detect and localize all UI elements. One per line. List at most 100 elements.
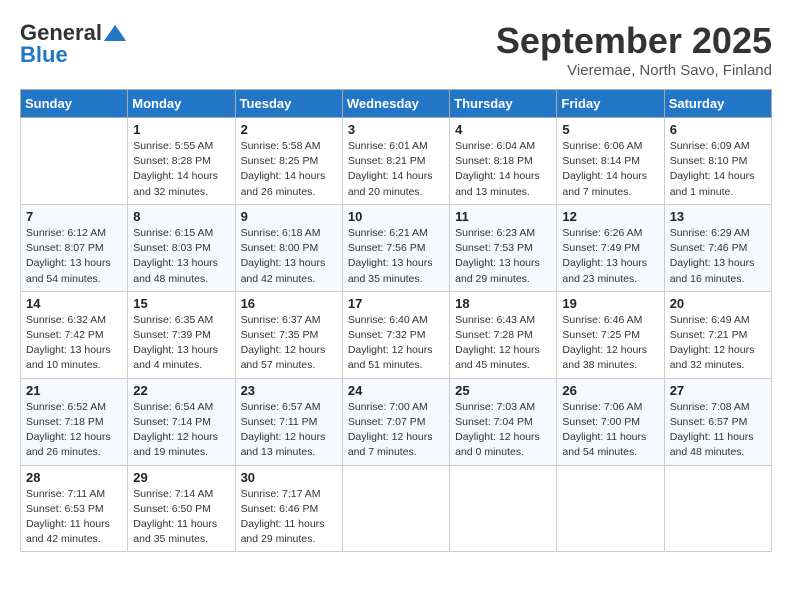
day-info: Sunrise: 7:11 AM Sunset: 6:53 PM Dayligh…: [26, 487, 122, 548]
calendar-cell: 5 Sunrise: 6:06 AM Sunset: 8:14 PM Daylig…: [557, 118, 664, 205]
column-header-friday: Friday: [557, 90, 664, 118]
calendar-cell: 30 Sunrise: 7:17 AM Sunset: 6:46 PM Dayli…: [235, 465, 342, 552]
day-info: Sunrise: 6:23 AM Sunset: 7:53 PM Dayligh…: [455, 226, 551, 287]
column-header-monday: Monday: [128, 90, 235, 118]
day-number: 20: [670, 296, 766, 311]
calendar-cell: 10Sunrise: 6:21 AM Sunset: 7:56 PM Dayli…: [342, 204, 449, 291]
day-info: Sunrise: 6:54 AM Sunset: 7:14 PM Dayligh…: [133, 400, 229, 461]
day-info: Sunrise: 6:04 AM Sunset: 8:18 PM Dayligh…: [455, 139, 551, 200]
calendar-cell: 17 Sunrise: 6:40 AM Sunset: 7:32 PM Dayli…: [342, 291, 449, 378]
day-info: Sunrise: 6:32 AM Sunset: 7:42 PM Dayligh…: [26, 313, 122, 374]
day-number: 16: [241, 296, 337, 311]
calendar-cell: 22 Sunrise: 6:54 AM Sunset: 7:14 PM Dayli…: [128, 378, 235, 465]
day-number: 24: [348, 383, 444, 398]
page-header: General Blue September 2025 Vieremae, No…: [20, 20, 772, 79]
calendar-cell: 23Sunrise: 6:57 AM Sunset: 7:11 PM Dayli…: [235, 378, 342, 465]
calendar-cell: 11 Sunrise: 6:23 AM Sunset: 7:53 PM Dayli…: [450, 204, 557, 291]
calendar-cell: 25 Sunrise: 7:03 AM Sunset: 7:04 PM Dayli…: [450, 378, 557, 465]
day-number: 28: [26, 470, 122, 485]
day-info: Sunrise: 7:17 AM Sunset: 6:46 PM Dayligh…: [241, 487, 337, 548]
column-header-wednesday: Wednesday: [342, 90, 449, 118]
day-info: Sunrise: 6:09 AM Sunset: 8:10 PM Dayligh…: [670, 139, 766, 200]
logo-icon: [104, 25, 126, 41]
calendar-cell: 18 Sunrise: 6:43 AM Sunset: 7:28 PM Dayli…: [450, 291, 557, 378]
day-info: Sunrise: 6:49 AM Sunset: 7:21 PM Dayligh…: [670, 313, 766, 374]
day-info: Sunrise: 7:03 AM Sunset: 7:04 PM Dayligh…: [455, 400, 551, 461]
calendar-cell: [450, 465, 557, 552]
day-info: Sunrise: 6:37 AM Sunset: 7:35 PM Dayligh…: [241, 313, 337, 374]
calendar-cell: 16 Sunrise: 6:37 AM Sunset: 7:35 PM Dayli…: [235, 291, 342, 378]
day-number: 11: [455, 209, 551, 224]
calendar-cell: 14 Sunrise: 6:32 AM Sunset: 7:42 PM Dayli…: [21, 291, 128, 378]
day-info: Sunrise: 6:01 AM Sunset: 8:21 PM Dayligh…: [348, 139, 444, 200]
day-number: 8: [133, 209, 229, 224]
calendar-cell: 9Sunrise: 6:18 AM Sunset: 8:00 PM Daylig…: [235, 204, 342, 291]
day-info: Sunrise: 6:57 AM Sunset: 7:11 PM Dayligh…: [241, 400, 337, 461]
calendar-cell: 21 Sunrise: 6:52 AM Sunset: 7:18 PM Dayli…: [21, 378, 128, 465]
column-header-tuesday: Tuesday: [235, 90, 342, 118]
column-header-thursday: Thursday: [450, 90, 557, 118]
day-info: Sunrise: 6:06 AM Sunset: 8:14 PM Dayligh…: [562, 139, 658, 200]
day-info: Sunrise: 7:14 AM Sunset: 6:50 PM Dayligh…: [133, 487, 229, 548]
calendar-cell: 27 Sunrise: 7:08 AM Sunset: 6:57 PM Dayli…: [664, 378, 771, 465]
calendar-table: SundayMondayTuesdayWednesdayThursdayFrid…: [20, 89, 772, 552]
day-number: 26: [562, 383, 658, 398]
day-info: Sunrise: 6:40 AM Sunset: 7:32 PM Dayligh…: [348, 313, 444, 374]
calendar-cell: [557, 465, 664, 552]
day-info: Sunrise: 6:15 AM Sunset: 8:03 PM Dayligh…: [133, 226, 229, 287]
logo: General Blue: [20, 20, 126, 68]
calendar-cell: 1Sunrise: 5:55 AM Sunset: 8:28 PM Daylig…: [128, 118, 235, 205]
day-number: 22: [133, 383, 229, 398]
day-info: Sunrise: 6:35 AM Sunset: 7:39 PM Dayligh…: [133, 313, 229, 374]
calendar-cell: [342, 465, 449, 552]
day-number: 17: [348, 296, 444, 311]
day-info: Sunrise: 6:12 AM Sunset: 8:07 PM Dayligh…: [26, 226, 122, 287]
day-number: 5: [562, 122, 658, 137]
day-number: 15: [133, 296, 229, 311]
calendar-cell: 7 Sunrise: 6:12 AM Sunset: 8:07 PM Daylig…: [21, 204, 128, 291]
calendar-cell: 26 Sunrise: 7:06 AM Sunset: 7:00 PM Dayli…: [557, 378, 664, 465]
calendar-cell: 29Sunrise: 7:14 AM Sunset: 6:50 PM Dayli…: [128, 465, 235, 552]
calendar-cell: [21, 118, 128, 205]
day-number: 7: [26, 209, 122, 224]
day-info: Sunrise: 6:43 AM Sunset: 7:28 PM Dayligh…: [455, 313, 551, 374]
calendar-week-row: 7 Sunrise: 6:12 AM Sunset: 8:07 PM Daylig…: [21, 204, 772, 291]
logo-blue: Blue: [20, 42, 68, 68]
day-info: Sunrise: 7:06 AM Sunset: 7:00 PM Dayligh…: [562, 400, 658, 461]
day-number: 4: [455, 122, 551, 137]
calendar-cell: 8 Sunrise: 6:15 AM Sunset: 8:03 PM Daylig…: [128, 204, 235, 291]
month-title: September 2025: [496, 20, 772, 62]
calendar-cell: 19Sunrise: 6:46 AM Sunset: 7:25 PM Dayli…: [557, 291, 664, 378]
day-info: Sunrise: 6:46 AM Sunset: 7:25 PM Dayligh…: [562, 313, 658, 374]
calendar-cell: 15 Sunrise: 6:35 AM Sunset: 7:39 PM Dayli…: [128, 291, 235, 378]
day-number: 25: [455, 383, 551, 398]
calendar-week-row: 1Sunrise: 5:55 AM Sunset: 8:28 PM Daylig…: [21, 118, 772, 205]
column-header-saturday: Saturday: [664, 90, 771, 118]
day-number: 9: [241, 209, 337, 224]
day-info: Sunrise: 7:08 AM Sunset: 6:57 PM Dayligh…: [670, 400, 766, 461]
calendar-week-row: 14 Sunrise: 6:32 AM Sunset: 7:42 PM Dayli…: [21, 291, 772, 378]
calendar-cell: 20 Sunrise: 6:49 AM Sunset: 7:21 PM Dayli…: [664, 291, 771, 378]
day-info: Sunrise: 6:29 AM Sunset: 7:46 PM Dayligh…: [670, 226, 766, 287]
day-number: 12: [562, 209, 658, 224]
day-info: Sunrise: 6:21 AM Sunset: 7:56 PM Dayligh…: [348, 226, 444, 287]
calendar-week-row: 28 Sunrise: 7:11 AM Sunset: 6:53 PM Dayli…: [21, 465, 772, 552]
calendar-cell: [664, 465, 771, 552]
calendar-cell: 3 Sunrise: 6:01 AM Sunset: 8:21 PM Daylig…: [342, 118, 449, 205]
day-info: Sunrise: 6:26 AM Sunset: 7:49 PM Dayligh…: [562, 226, 658, 287]
day-number: 3: [348, 122, 444, 137]
day-number: 30: [241, 470, 337, 485]
location-title: Vieremae, North Savo, Finland: [496, 62, 772, 79]
day-number: 18: [455, 296, 551, 311]
calendar-cell: 4 Sunrise: 6:04 AM Sunset: 8:18 PM Daylig…: [450, 118, 557, 205]
day-number: 21: [26, 383, 122, 398]
day-number: 14: [26, 296, 122, 311]
calendar-cell: 12 Sunrise: 6:26 AM Sunset: 7:49 PM Dayli…: [557, 204, 664, 291]
calendar-week-row: 21 Sunrise: 6:52 AM Sunset: 7:18 PM Dayli…: [21, 378, 772, 465]
calendar-cell: 2Sunrise: 5:58 AM Sunset: 8:25 PM Daylig…: [235, 118, 342, 205]
calendar-cell: 13Sunrise: 6:29 AM Sunset: 7:46 PM Dayli…: [664, 204, 771, 291]
day-info: Sunrise: 6:52 AM Sunset: 7:18 PM Dayligh…: [26, 400, 122, 461]
day-info: Sunrise: 5:55 AM Sunset: 8:28 PM Dayligh…: [133, 139, 229, 200]
day-number: 27: [670, 383, 766, 398]
calendar-header-row: SundayMondayTuesdayWednesdayThursdayFrid…: [21, 90, 772, 118]
